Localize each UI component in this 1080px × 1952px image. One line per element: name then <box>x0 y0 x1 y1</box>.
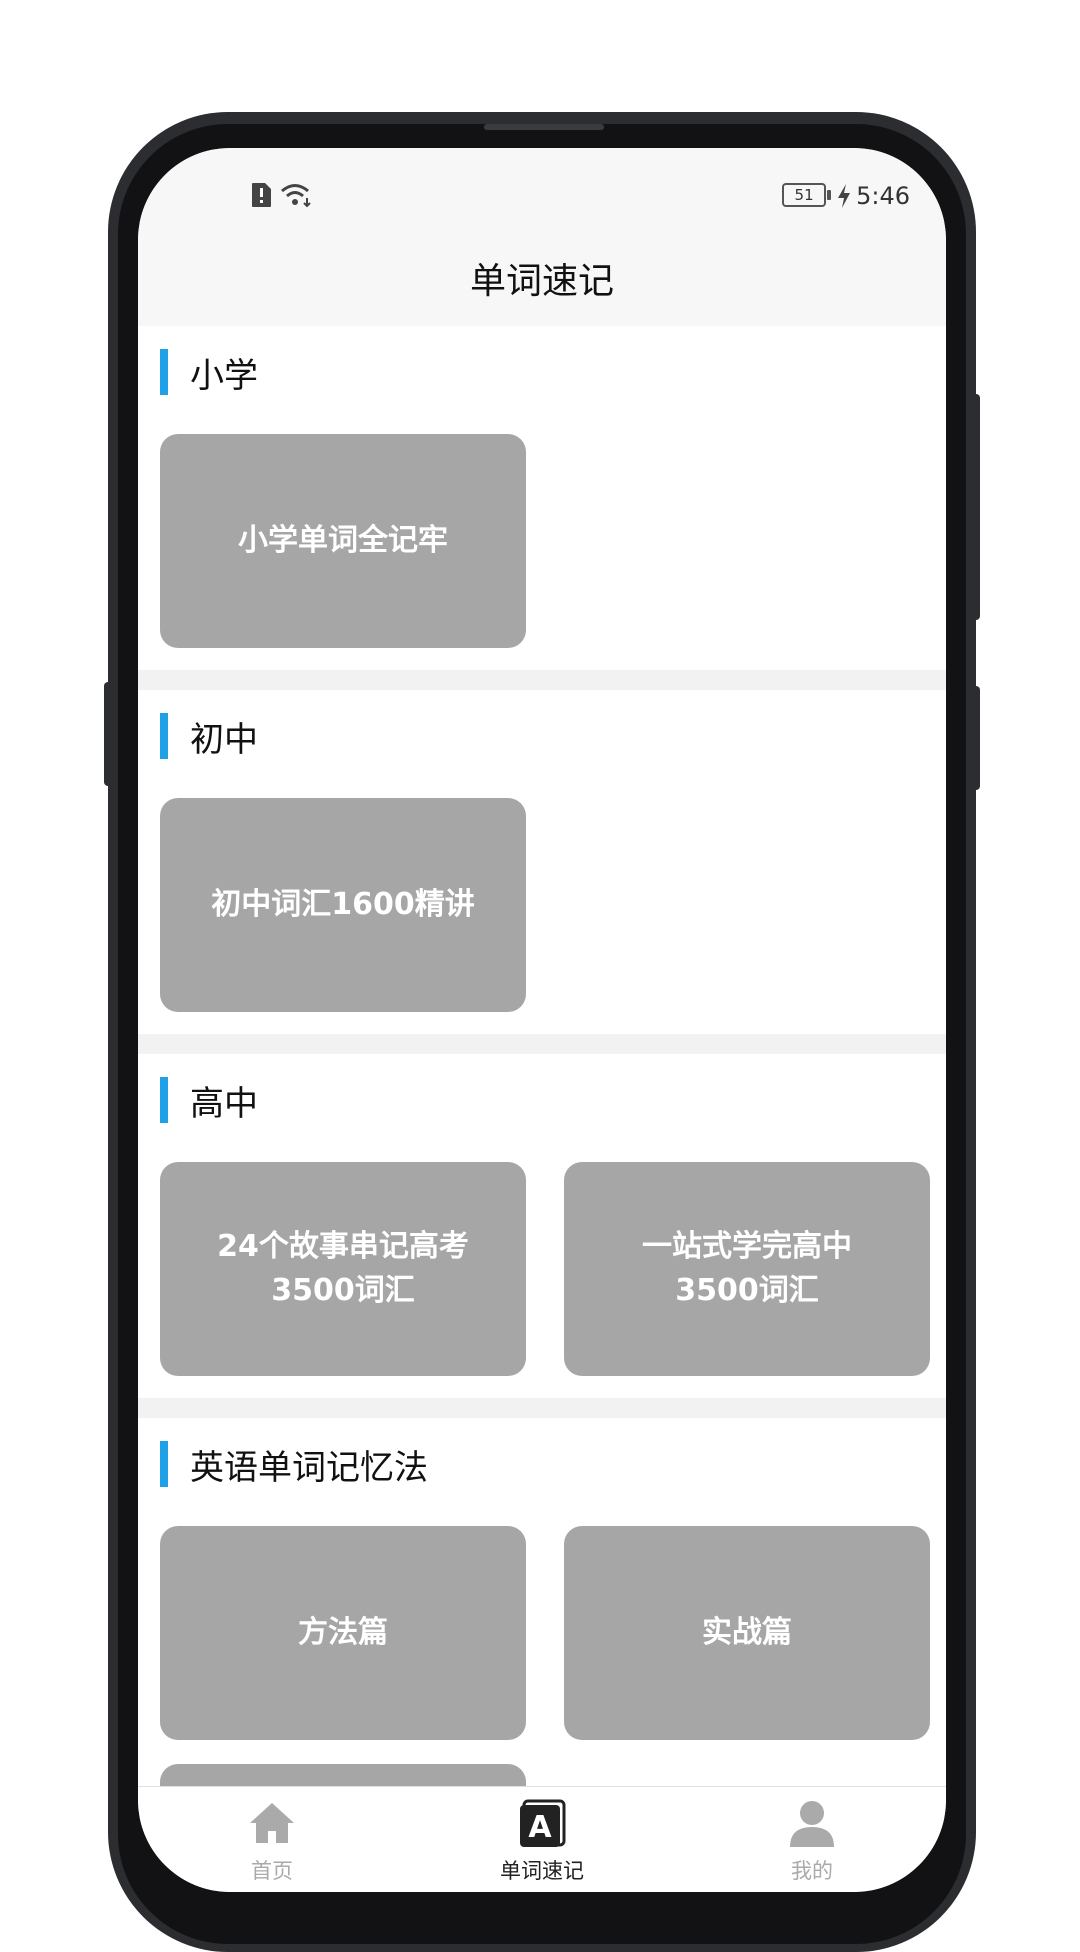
course-card[interactable]: 小学单词全记牢 <box>160 434 526 648</box>
course-card[interactable]: 初中词汇1600精讲 <box>160 798 526 1012</box>
user-icon <box>790 1801 834 1847</box>
course-card-label: 初中词汇1600精讲 <box>211 887 475 922</box>
bottom-nav: 首页 A 单词速记 我的 <box>138 1786 946 1892</box>
section-divider <box>138 1398 946 1418</box>
sim-alert-icon <box>252 183 271 207</box>
course-card-label: 方法篇 <box>298 1615 388 1650</box>
course-card[interactable]: 一站式学完高中3500词汇 <box>564 1162 930 1376</box>
letter-a-icon: A <box>520 1799 566 1847</box>
section-title: 小学 <box>190 355 258 396</box>
section-divider <box>138 670 946 690</box>
status-left <box>250 182 314 208</box>
wifi-icon <box>281 184 311 208</box>
nav-label-me: 我的 <box>791 1859 833 1883</box>
section-header: 英语单词记忆法 <box>160 1440 428 1488</box>
section-title: 初中 <box>190 719 258 760</box>
nav-item-word-memo[interactable]: A 单词速记 <box>462 1797 622 1885</box>
side-button-left <box>104 682 112 786</box>
section-accent-bar <box>160 1441 168 1487</box>
page-title: 单词速记 <box>469 261 614 302</box>
section-accent-bar <box>160 349 168 395</box>
status-right: 51 5:46 <box>782 182 910 210</box>
battery-level: 51 <box>782 183 827 207</box>
status-time: 5:46 <box>856 182 910 210</box>
course-card[interactable]: 方法篇 <box>160 1526 526 1740</box>
course-card-label: 24个故事串记高考3500词汇 <box>217 1229 469 1308</box>
section-title: 英语单词记忆法 <box>190 1447 428 1488</box>
battery-icon: 51 <box>782 183 832 209</box>
volume-button <box>972 394 980 620</box>
section-memory-methods: 英语单词记忆法 方法篇 实战篇 <box>138 1418 946 1786</box>
top-bar: 51 5:46 单词速记 <box>138 148 946 326</box>
course-card-label: 实战篇 <box>702 1615 792 1650</box>
section-junior-high: 初中 初中词汇1600精讲 <box>138 690 946 1030</box>
section-accent-bar <box>160 713 168 759</box>
nav-label-word-memo: 单词速记 <box>500 1859 584 1883</box>
nav-item-me[interactable]: 我的 <box>732 1797 892 1885</box>
section-title: 高中 <box>190 1083 258 1124</box>
nav-label-home: 首页 <box>251 1859 293 1883</box>
charging-bolt-icon <box>838 184 851 208</box>
course-card-label: 小学单词全记牢 <box>238 523 448 558</box>
section-header: 初中 <box>160 712 258 760</box>
course-card[interactable]: 实战篇 <box>564 1526 930 1740</box>
section-primary: 小学 小学单词全记牢 <box>138 326 946 666</box>
course-card-partial[interactable] <box>160 1764 526 1786</box>
category-list: 小学 小学单词全记牢 初中 初中词汇1600精讲 高中 24个故事串记高考350… <box>138 326 946 1786</box>
phone-screen: 51 5:46 单词速记 小学 小学单词全记牢 初中 初中词汇1600精讲 高中… <box>138 148 946 1892</box>
section-divider <box>138 1034 946 1054</box>
section-header: 高中 <box>160 1076 258 1124</box>
nav-item-home[interactable]: 首页 <box>192 1797 352 1885</box>
earpiece-speaker <box>484 124 604 130</box>
section-accent-bar <box>160 1077 168 1123</box>
section-header: 小学 <box>160 348 258 396</box>
power-button <box>972 686 980 790</box>
course-card[interactable]: 24个故事串记高考3500词汇 <box>160 1162 526 1376</box>
home-icon <box>250 1803 294 1843</box>
section-senior-high: 高中 24个故事串记高考3500词汇 一站式学完高中3500词汇 <box>138 1054 946 1394</box>
svg-text:A: A <box>528 1810 552 1845</box>
course-card-label: 一站式学完高中3500词汇 <box>642 1229 852 1308</box>
